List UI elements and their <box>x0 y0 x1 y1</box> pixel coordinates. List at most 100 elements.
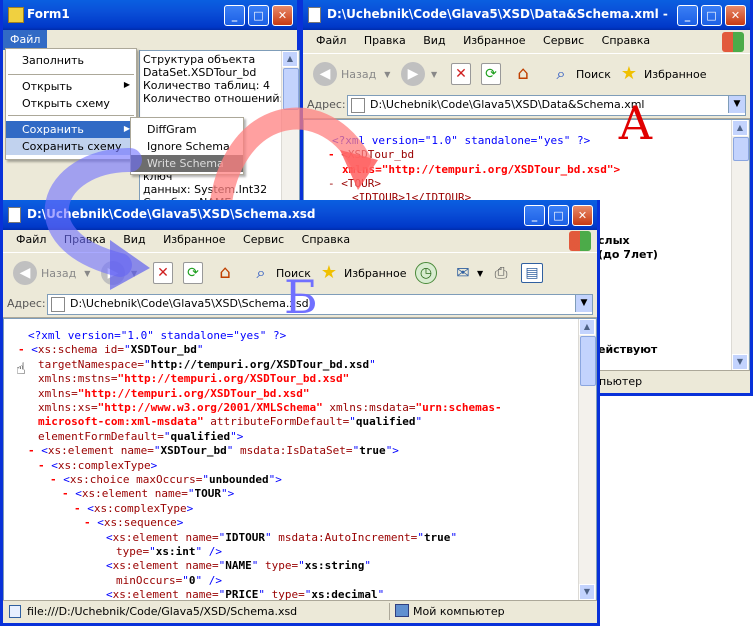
star-icon: ★ <box>620 63 638 84</box>
address-input[interactable]: D:\Uchebnik\Code\Glava5\XSD\Data&Schema.… <box>347 95 746 116</box>
menu-item[interactable]: Правка <box>357 31 413 51</box>
menu-item-fill[interactable]: Заполнить <box>6 52 136 69</box>
mail-button[interactable]: ✉ ▼ <box>451 261 483 285</box>
ie-back-titlebar[interactable]: D:\Uchebnik\Code\Glava5\XSD\Data&Schema.… <box>303 0 750 30</box>
stop-button[interactable]: ✕ <box>451 62 471 86</box>
xsd-line: - <xs:sequence> <box>84 516 184 530</box>
menu-item[interactable]: Сервис <box>536 31 591 51</box>
status-divider <box>389 603 390 620</box>
maximize-button[interactable]: □ <box>701 5 722 26</box>
xsd-line: xmlns:mstns="http://tempuri.org/XSDTour_… <box>38 372 350 386</box>
ie-back-menubar: Файл Правка Вид Избранное Сервис Справка <box>303 31 750 53</box>
favorites-button[interactable]: ★ Избранное <box>617 62 707 86</box>
output-line: Структура объекта <box>143 53 256 66</box>
chevron-down-icon: ▼ <box>431 69 438 79</box>
xsd-line: type="xs:int" /> <box>116 545 222 558</box>
menu-item[interactable]: Справка <box>595 31 657 51</box>
scroll-thumb[interactable] <box>733 137 749 161</box>
menu-item-open-schema[interactable]: Открыть схему <box>6 95 136 112</box>
star-icon: ★ <box>320 262 338 283</box>
back-button[interactable]: ◀ Назад ▼ <box>313 62 390 86</box>
xsd-line: elementFormDefault="qualified"> <box>38 429 244 443</box>
search-icon: ⌕ <box>556 64 566 83</box>
refresh-button[interactable]: ⟳ <box>481 62 501 86</box>
xsd-line: xmlns="http://tempuri.org/XSDTour_bd.xsd… <box>38 386 310 400</box>
maximize-button[interactable]: □ <box>548 205 569 226</box>
xsd-line: xmlns:xs="http://www.w3.org/2001/XMLSche… <box>38 401 502 414</box>
edit-button[interactable]: ▤ <box>521 261 543 285</box>
ie-front-content: <?xml version="1.0" standalone="yes" ?> -… <box>3 318 597 601</box>
forward-arrow-icon: ▶ <box>401 62 425 86</box>
ie-front-scrollbar[interactable]: ▲ ▼ <box>578 319 596 600</box>
maximize-button[interactable]: □ <box>248 5 269 26</box>
search-button[interactable]: ⌕ Поиск <box>549 62 611 86</box>
forward-button[interactable]: ▶ ▼ <box>401 62 437 86</box>
menu-item[interactable]: Справка <box>295 230 357 250</box>
computer-icon <box>395 604 409 617</box>
minimize-button[interactable]: _ <box>677 5 698 26</box>
menu-item[interactable]: Файл <box>309 31 353 51</box>
menu-file[interactable]: Файл <box>3 30 48 50</box>
chevron-down-icon: ▼ <box>384 69 391 79</box>
scroll-thumb[interactable] <box>580 336 596 386</box>
peek-text: слых <box>598 234 630 247</box>
xsd-line: - <xs:schema id="XSDTour_bd" <box>18 343 204 357</box>
ie-page-icon <box>9 605 21 618</box>
edit-icon: ▤ <box>521 263 543 283</box>
label-b: Б <box>284 270 318 324</box>
label-a: А <box>618 96 653 150</box>
form1-menubar: Файл <box>3 30 297 50</box>
xsd-line: microsoft-com:xml-msdata" attributeFormD… <box>38 415 423 429</box>
xsd-line: <xs:element name="IDTOUR" msdata:AutoInc… <box>106 530 458 544</box>
home-button[interactable]: ⌂ <box>511 62 535 86</box>
menu-item[interactable]: Вид <box>416 31 452 51</box>
ie-front-statusbar: file:///D:/Uchebnik/Code/Glava5/XSD/Sche… <box>3 600 597 623</box>
windows-logo-icon <box>569 231 591 251</box>
stop-icon: ✕ <box>451 63 471 85</box>
close-button[interactable]: ✕ <box>725 5 746 26</box>
scroll-up-arrow-icon[interactable]: ▲ <box>732 120 748 136</box>
xsd-line: minOccurs="0" /> <box>116 573 222 587</box>
ie-back-title: D:\Uchebnik\Code\Glava5\XSD\Data&Schema.… <box>327 7 670 21</box>
back-arrow-icon: ◀ <box>313 62 337 86</box>
xsd-line: <xs:element name="NAME" type="xs:string" <box>106 559 371 573</box>
menu-item-save[interactable]: Сохранить <box>6 121 136 138</box>
scroll-up-arrow-icon[interactable]: ▲ <box>579 319 595 335</box>
history-button[interactable]: ◷ <box>415 261 437 285</box>
minimize-button[interactable]: _ <box>224 5 245 26</box>
close-button[interactable]: ✕ <box>272 5 293 26</box>
peek-text: (до 7лет) <box>598 248 658 261</box>
form1-title: Form1 <box>27 7 70 21</box>
scroll-up-arrow-icon[interactable]: ▲ <box>282 51 298 67</box>
menu-item[interactable]: Избранное <box>456 31 532 51</box>
form1-titlebar[interactable]: Form1 _ □ ✕ <box>3 0 297 30</box>
document-icon <box>308 7 321 23</box>
scroll-down-arrow-icon[interactable]: ▼ <box>579 584 595 600</box>
chevron-down-icon[interactable]: ▼ <box>575 295 592 312</box>
print-button[interactable]: ⎙ <box>489 261 513 285</box>
hand-cursor-icon: ☝ <box>16 359 26 378</box>
ie-back-toolbar: ◀ Назад ▼ ▶ ▼ ✕ ⟳ ⌂ ⌕ Поиск ★ Избранное <box>303 53 750 93</box>
close-button[interactable]: ✕ <box>572 205 593 226</box>
output-line: DataSet.XSDTour_bd <box>143 66 257 79</box>
xsd-line: - <xs:choice maxOccurs="unbounded"> <box>50 473 282 486</box>
scroll-down-arrow-icon[interactable]: ▼ <box>732 354 748 370</box>
ie-back-scrollbar[interactable]: ▲ ▼ <box>731 120 749 370</box>
menu-separator <box>8 74 134 75</box>
history-icon: ◷ <box>415 262 437 284</box>
home-icon: ⌂ <box>517 63 529 84</box>
status-zone: пьютер <box>599 375 643 388</box>
peek-text: ействуют <box>598 343 658 356</box>
favorites-button[interactable]: ★ Избранное <box>317 261 407 285</box>
submenu-arrow-icon: ▶ <box>123 80 130 89</box>
minimize-button[interactable]: _ <box>524 205 545 226</box>
xsd-line: - <xs:element name="TOUR"> <box>62 487 235 501</box>
xsd-line: - <xs:complexType> <box>38 458 158 472</box>
windows-logo-icon <box>722 32 744 52</box>
menu-item-open[interactable]: Открыть <box>6 78 136 95</box>
refresh-icon: ⟳ <box>481 63 501 85</box>
xsd-line: - <xs:element name="XSDTour_bd" msdata:I… <box>28 444 399 458</box>
chevron-down-icon[interactable]: ▼ <box>728 96 745 113</box>
xsd-line: - <xs:complexType> <box>74 501 194 515</box>
status-zone: Мой компьютер <box>413 605 505 618</box>
